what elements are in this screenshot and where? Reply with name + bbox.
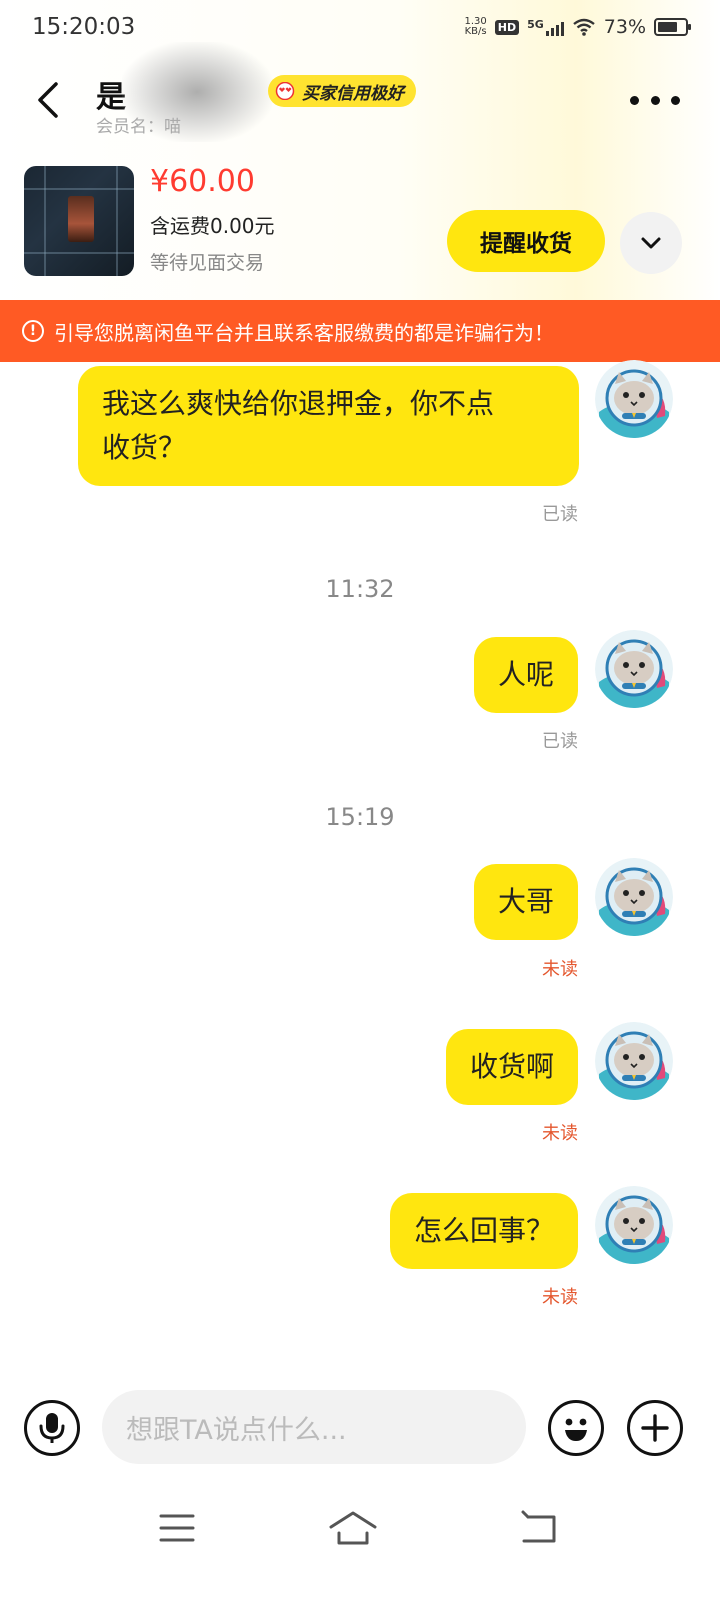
hd-icon: HD bbox=[494, 19, 520, 35]
battery-icon bbox=[654, 18, 691, 36]
member-name: 会员名：喵 bbox=[96, 117, 181, 137]
message-bubble: 人呢 bbox=[473, 637, 578, 713]
microphone-icon bbox=[39, 1413, 65, 1443]
unread-status: 未读 bbox=[542, 1287, 578, 1308]
message-bubble: 怎么回事？ bbox=[389, 1193, 578, 1269]
home-icon[interactable] bbox=[328, 1505, 378, 1551]
product-thumbnail[interactable] bbox=[24, 166, 134, 276]
avatar[interactable] bbox=[595, 360, 673, 438]
read-status: 已读 bbox=[542, 731, 578, 752]
avatar[interactable] bbox=[595, 858, 673, 936]
chevron-down-icon bbox=[641, 237, 661, 249]
message-bubble: 大哥 bbox=[473, 864, 578, 940]
fraud-warning-banner: ! 引导您脱离闲鱼平台并且联系客服缴费的都是诈骗行为！ bbox=[0, 300, 720, 362]
unread-status: 未读 bbox=[542, 959, 578, 980]
avatar[interactable] bbox=[595, 630, 673, 708]
status-time: 15:20:03 bbox=[32, 14, 136, 40]
read-status: 已读 bbox=[542, 504, 578, 525]
emoji-button[interactable] bbox=[548, 1400, 604, 1456]
unread-status: 未读 bbox=[542, 1123, 578, 1144]
avatar[interactable] bbox=[595, 1022, 673, 1100]
time-separator: 11:32 bbox=[325, 575, 395, 603]
wifi-icon bbox=[573, 18, 595, 36]
remind-receipt-button[interactable]: 提醒收货 bbox=[447, 210, 605, 272]
cat-avatar-icon bbox=[595, 360, 673, 438]
plus-button[interactable] bbox=[627, 1400, 683, 1456]
menu-icon[interactable] bbox=[152, 1505, 202, 1551]
back-arrow-icon[interactable] bbox=[30, 78, 70, 122]
message-bubble: 收货啊 bbox=[445, 1029, 578, 1105]
return-icon[interactable] bbox=[514, 1505, 564, 1551]
emoji-icon bbox=[565, 1418, 587, 1441]
battery-fill bbox=[658, 22, 677, 32]
more-icon[interactable] bbox=[630, 90, 680, 110]
expand-button[interactable] bbox=[620, 212, 682, 274]
cat-avatar-icon bbox=[595, 1186, 673, 1264]
time-separator: 15:19 bbox=[325, 803, 395, 831]
credit-badge: 买家信用极好 bbox=[268, 75, 416, 107]
battery-percent: 73% bbox=[603, 16, 646, 38]
voice-button[interactable] bbox=[24, 1400, 80, 1456]
status-indicators: 1.30 KB/s HD 5G 73% bbox=[464, 16, 691, 38]
cat-avatar-icon bbox=[595, 1022, 673, 1100]
cat-avatar-icon bbox=[595, 858, 673, 936]
message-input[interactable]: 想跟TA说点什么... bbox=[102, 1390, 526, 1464]
shipping-fee: 含运费0.00元 bbox=[150, 214, 275, 238]
status-bar: 15:20:03 1.30 KB/s HD 5G 73% bbox=[0, 0, 720, 60]
signal-icon: 5G bbox=[527, 18, 564, 36]
heart-eyes-icon bbox=[275, 82, 295, 100]
trade-status: 等待见面交易 bbox=[150, 252, 265, 274]
warning-icon: ! bbox=[22, 320, 44, 342]
plus-icon bbox=[641, 1414, 669, 1442]
message-bubble: 我这么爽快给你退押金，你不点 收货？ bbox=[78, 366, 579, 486]
network-speed: 1.30 KB/s bbox=[464, 16, 487, 37]
product-price: ¥60.00 bbox=[150, 164, 255, 199]
warning-text: 引导您脱离闲鱼平台并且联系客服缴费的都是诈骗行为！ bbox=[54, 320, 554, 345]
avatar[interactable] bbox=[595, 1186, 673, 1264]
cat-avatar-icon bbox=[595, 630, 673, 708]
